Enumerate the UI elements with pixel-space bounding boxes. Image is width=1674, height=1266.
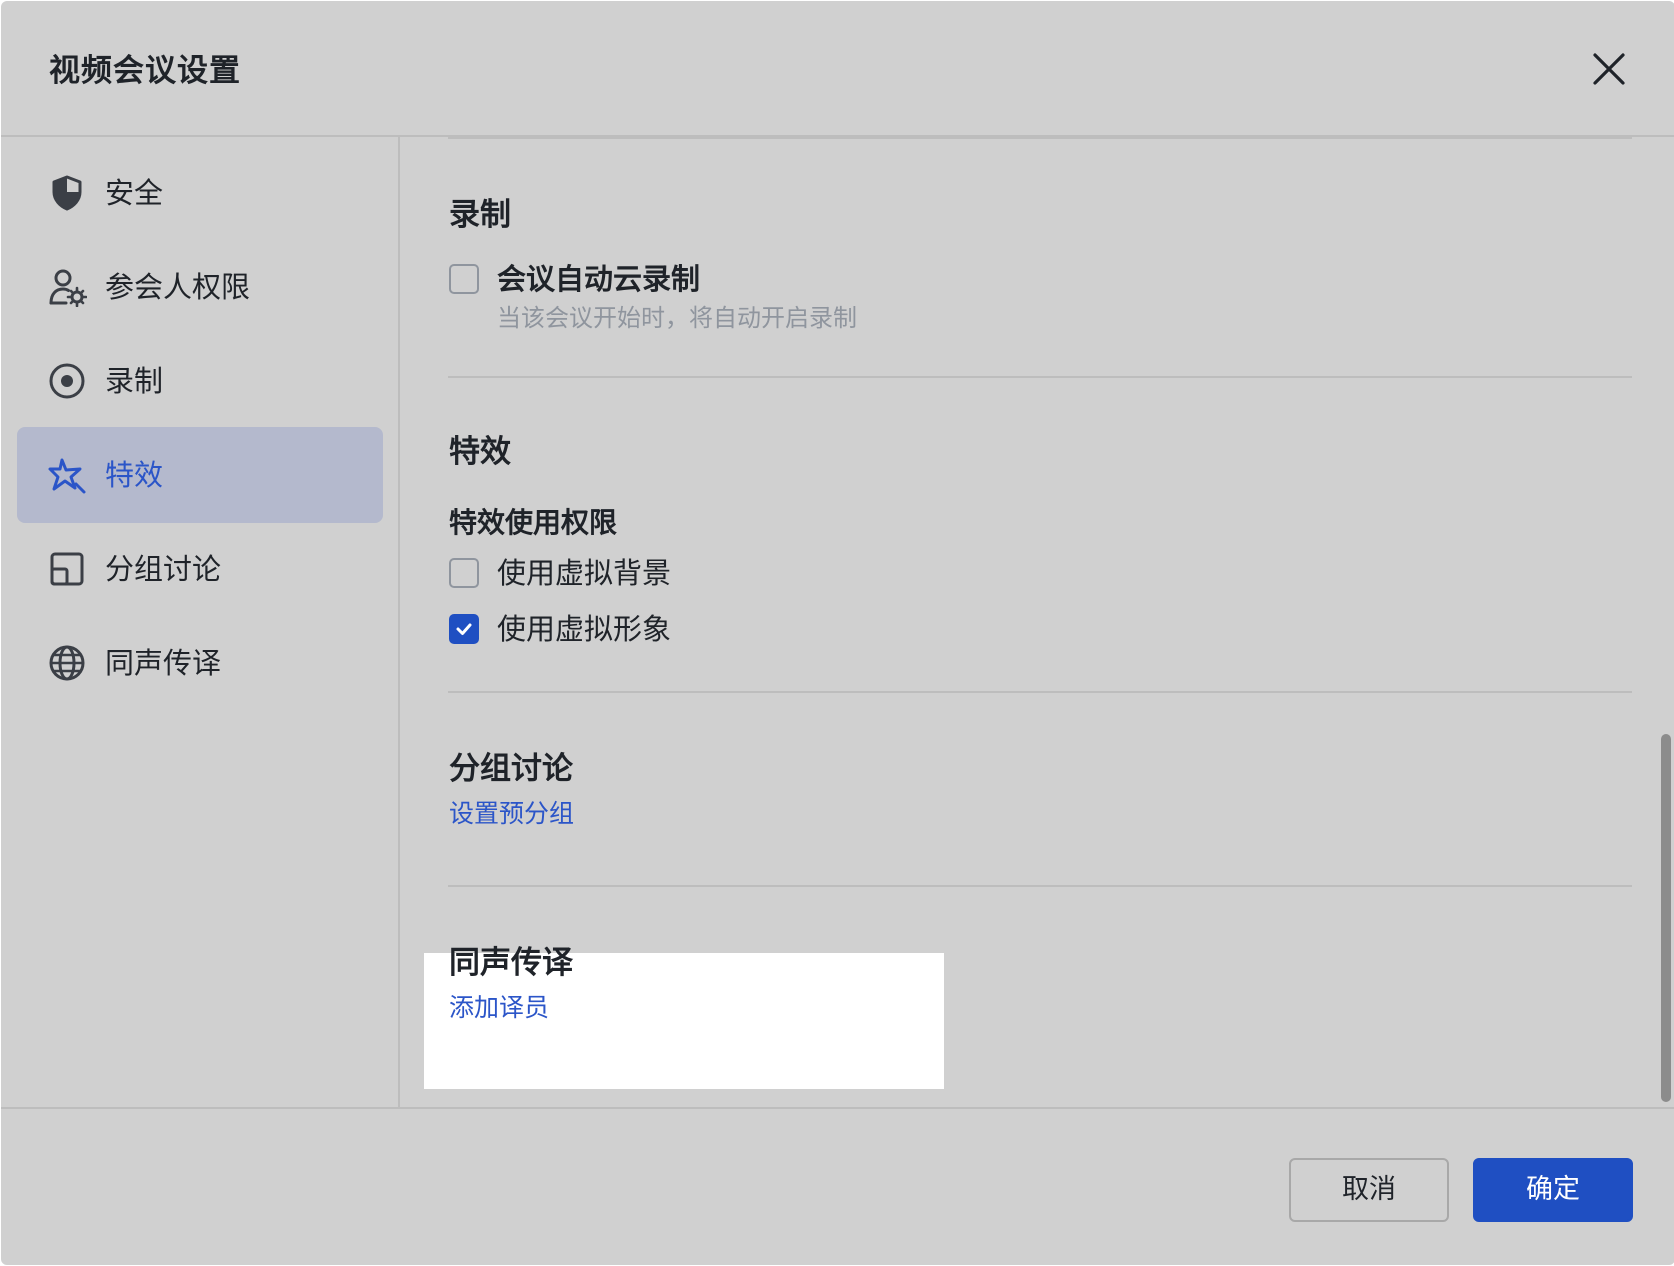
sidebar-item-label: 录制	[105, 364, 164, 398]
effects-section-title: 特效	[449, 434, 511, 470]
close-button[interactable]	[1581, 41, 1637, 97]
settings-dialog: 视频会议设置 安全 参会人权限 录制 特效 分组讨论 同声传译 录制 会议自动云…	[1, 1, 1674, 1265]
auto-cloud-record-description: 当该会议开始时，将自动开启录制	[497, 304, 857, 332]
sparkle-icon	[47, 455, 87, 495]
auto-cloud-record-label: 会议自动云录制	[497, 262, 701, 296]
virtual-background-checkbox[interactable]	[449, 558, 479, 588]
breakout-section-title: 分组讨论	[449, 751, 573, 787]
sidebar-item-label: 安全	[105, 176, 164, 210]
confirm-button[interactable]: 确定	[1473, 1158, 1633, 1222]
sidebar-item-label: 同声传译	[105, 646, 222, 680]
divider	[448, 691, 1632, 693]
settings-sidebar: 安全 参会人权限 录制 特效 分组讨论 同声传译	[1, 137, 400, 1107]
close-icon	[1593, 53, 1625, 85]
set-pre-groups-link[interactable]: 设置预分组	[449, 794, 574, 830]
recording-section-title: 录制	[449, 197, 511, 233]
interpretation-section-title: 同声传译	[449, 945, 573, 981]
sidebar-item-security[interactable]: 安全	[17, 145, 383, 241]
sidebar-item-label: 参会人权限	[105, 270, 251, 304]
user-settings-icon	[47, 267, 87, 307]
settings-content: 录制 会议自动云录制 当该会议开始时，将自动开启录制 特效 特效使用权限 使用虚…	[400, 137, 1674, 1107]
dialog-header: 视频会议设置	[1, 1, 1674, 137]
dialog-title: 视频会议设置	[49, 53, 241, 89]
sidebar-item-participant-permissions[interactable]: 参会人权限	[17, 239, 383, 335]
sidebar-item-interpretation[interactable]: 同声传译	[17, 615, 383, 711]
checkmark-icon	[456, 623, 472, 635]
virtual-avatar-checkbox[interactable]	[449, 614, 479, 644]
sidebar-item-label: 分组讨论	[105, 552, 222, 586]
auto-cloud-record-checkbox[interactable]	[449, 264, 479, 294]
divider	[448, 376, 1632, 378]
add-interpreter-link[interactable]: 添加译员	[449, 988, 549, 1024]
sidebar-item-breakout[interactable]: 分组讨论	[17, 521, 383, 617]
globe-icon	[47, 643, 87, 683]
breakout-icon	[47, 549, 87, 589]
divider	[448, 137, 1632, 139]
dialog-footer: 取消 确定	[1, 1107, 1674, 1265]
cancel-button[interactable]: 取消	[1289, 1158, 1449, 1222]
sidebar-item-effects[interactable]: 特效	[17, 427, 383, 523]
divider	[448, 885, 1632, 887]
effects-permission-title: 特效使用权限	[449, 506, 618, 539]
virtual-background-label: 使用虚拟背景	[497, 556, 672, 590]
sidebar-item-recording[interactable]: 录制	[17, 333, 383, 429]
sidebar-item-label: 特效	[105, 458, 164, 492]
shield-icon	[47, 173, 87, 213]
virtual-avatar-label: 使用虚拟形象	[497, 612, 672, 646]
content-scrollbar[interactable]	[1661, 734, 1671, 1102]
record-icon	[47, 361, 87, 401]
